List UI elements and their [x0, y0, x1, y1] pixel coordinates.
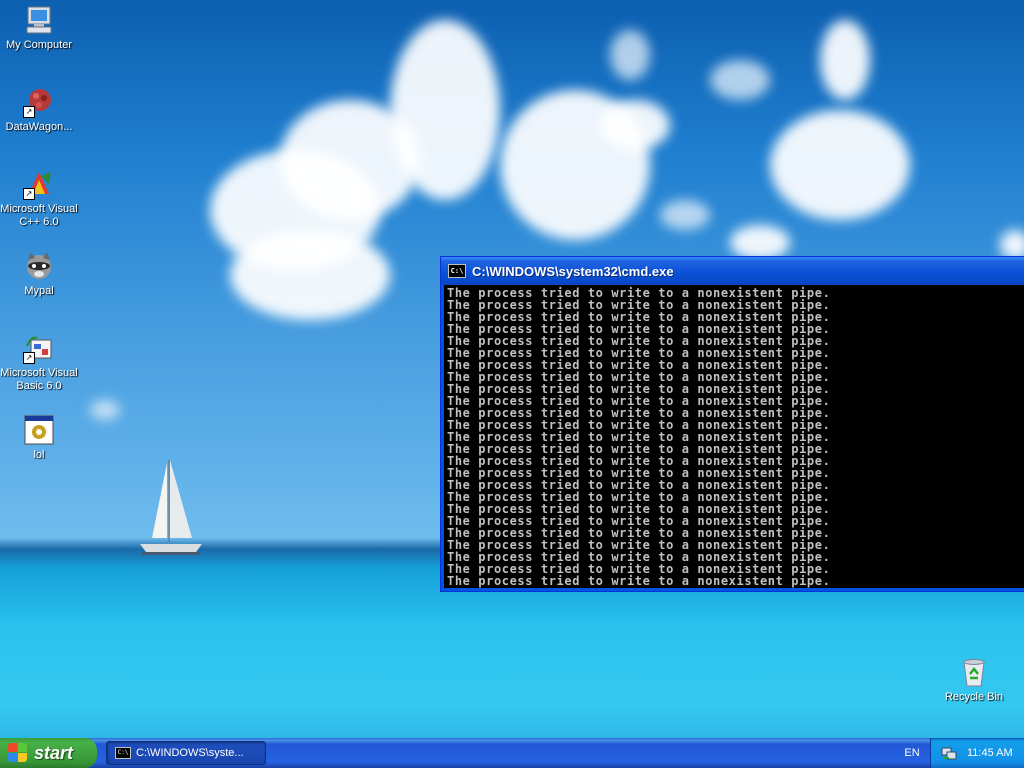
cloud: [90, 400, 120, 420]
desktop-icon-label: Recycle Bin: [944, 691, 1004, 703]
desktop-icon-my-computer[interactable]: My Computer: [0, 4, 78, 52]
desktop-icon-label: Mypal: [24, 285, 54, 297]
cloud: [710, 60, 770, 100]
windows-logo-icon: [8, 743, 28, 763]
computer-icon: [23, 4, 55, 36]
cmd-window-icon[interactable]: C:\: [448, 264, 466, 278]
cmd-icon: C:\: [115, 747, 131, 759]
desktop-icon-visual-basic[interactable]: ↗ Microsoft Visual Basic 6.0: [0, 332, 78, 393]
desktop-icon-datawagon[interactable]: ↗ DataWagon...: [0, 86, 78, 134]
shortcut-arrow-icon: ↗: [23, 106, 35, 118]
cloud: [600, 100, 670, 150]
system-tray: 11:45 AM: [930, 738, 1024, 768]
desktop-icon-label: DataWagon...: [5, 121, 73, 133]
shortcut-arrow-icon: ↗: [23, 188, 35, 200]
taskbar: start C:\ C:\WINDOWS\syste... EN 11:45 A…: [0, 738, 1024, 768]
window-title: C:\WINDOWS\system32\cmd.exe: [472, 263, 674, 279]
language-indicator[interactable]: EN: [898, 738, 926, 768]
clock[interactable]: 11:45 AM: [967, 747, 1013, 759]
cloud: [820, 20, 870, 100]
desktop-icon-label: lol: [33, 449, 45, 461]
cloud: [610, 30, 650, 80]
datawagon-icon: ↗: [23, 86, 55, 118]
cloud: [390, 20, 500, 200]
cloud: [230, 230, 390, 320]
cmd-window[interactable]: C:\ C:\WINDOWS\system32\cmd.exe The proc…: [440, 256, 1024, 592]
taskbar-button-cmd[interactable]: C:\ C:\WINDOWS\syste...: [106, 741, 266, 765]
cloud: [770, 110, 910, 220]
visual-cpp-icon: ↗: [23, 168, 55, 200]
desktop-icon-label: My Computer: [5, 39, 73, 51]
desktop-icon-recycle-bin[interactable]: Recycle Bin: [935, 656, 1013, 704]
desktop-icon-label: Microsoft Visual Basic 6.0: [0, 367, 78, 392]
sailboat-image: [140, 460, 202, 555]
console-line: The process tried to write to a nonexist…: [447, 574, 831, 588]
cloud: [660, 200, 710, 230]
desktop-icon-visual-cpp[interactable]: ↗ Microsoft Visual C++ 6.0: [0, 168, 78, 229]
desktop-icon-label: Microsoft Visual C++ 6.0: [0, 203, 78, 228]
start-button[interactable]: start: [0, 738, 97, 768]
desktop: My Computer ↗ DataWagon... ↗ Microsoft V…: [0, 0, 1024, 768]
desktop-icon-lol[interactable]: lol: [0, 414, 78, 462]
visual-basic-icon: ↗: [23, 332, 55, 364]
cloud: [730, 225, 790, 260]
window-titlebar[interactable]: C:\ C:\WINDOWS\system32\cmd.exe: [441, 257, 1024, 285]
network-tray-icon[interactable]: [941, 745, 957, 761]
start-label: start: [34, 742, 74, 763]
console-output[interactable]: The process tried to write to a nonexist…: [444, 285, 1024, 588]
desktop-icon-mypal[interactable]: Mypal: [0, 250, 78, 298]
mypal-raccoon-icon: [23, 250, 55, 282]
recycle-bin-icon: [958, 656, 990, 688]
shortcut-arrow-icon: ↗: [23, 352, 35, 364]
lol-program-icon: [23, 414, 55, 446]
taskbar-button-label: C:\WINDOWS\syste...: [136, 747, 244, 759]
